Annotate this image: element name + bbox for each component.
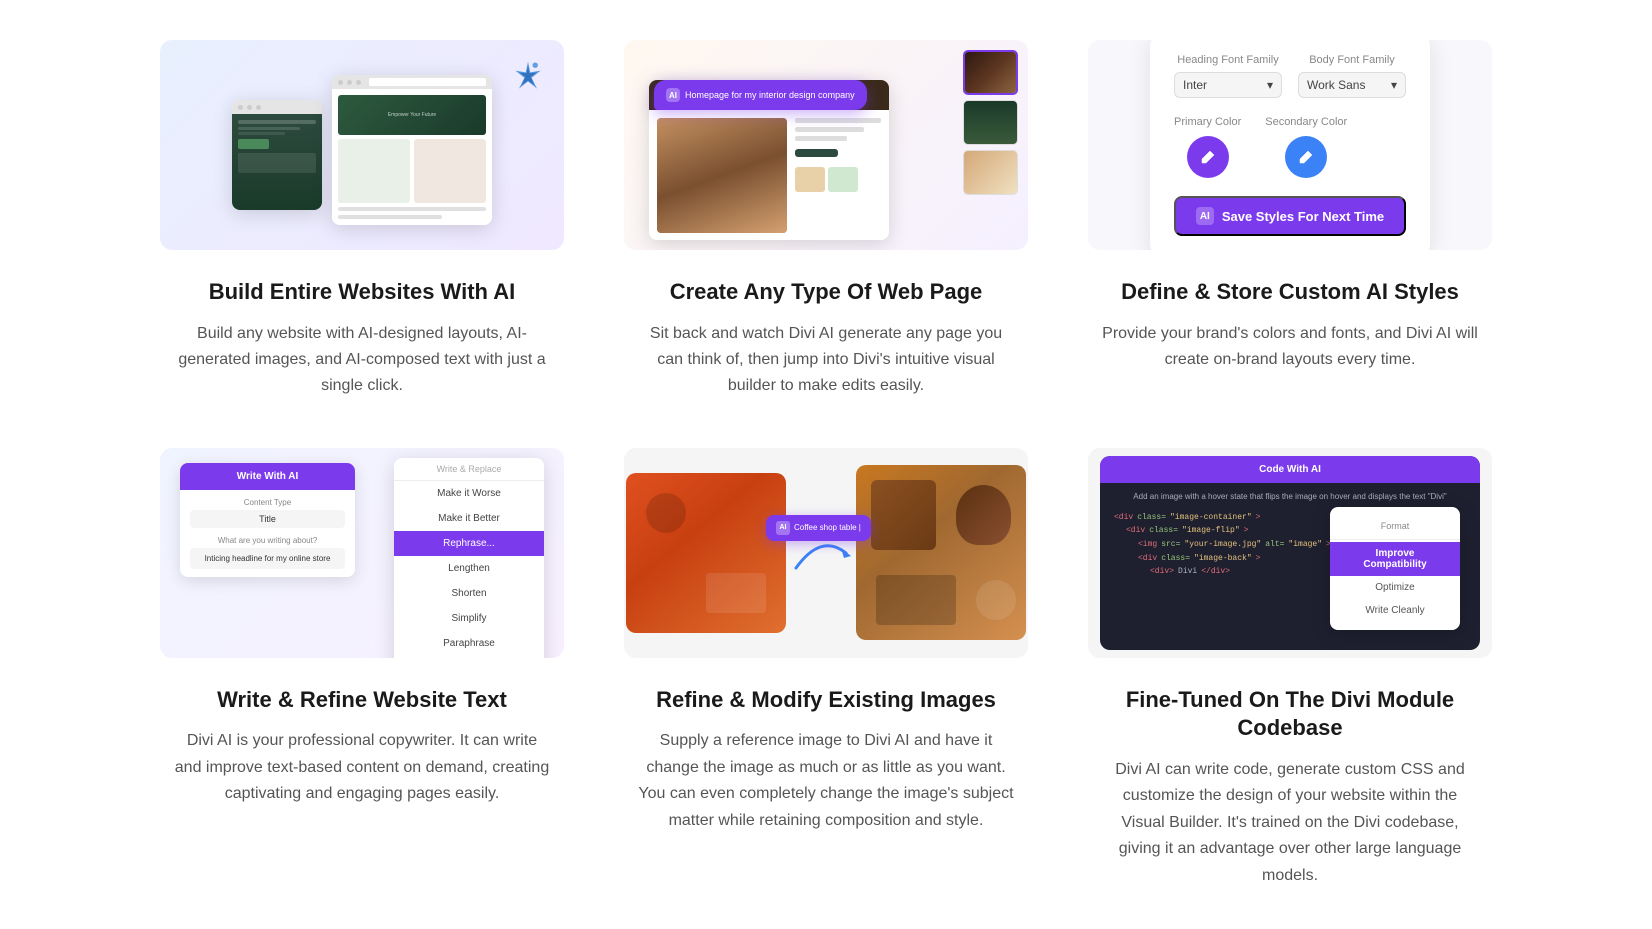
- body-font-group: Body Font Family Work Sans ▾: [1298, 54, 1406, 98]
- after-image: [856, 465, 1026, 640]
- textarea-label: What are you writing about?: [190, 536, 345, 545]
- image-prompt-bubble: AI Coffee shop table |: [766, 515, 871, 541]
- save-btn-label: Save Styles For Next Time: [1222, 209, 1384, 224]
- feature-image-refine: AI Coffee shop table |: [624, 448, 1028, 658]
- ai-badge: AI: [666, 88, 680, 102]
- ai-prompt-bubble: AI Homepage for my interior design compa…: [654, 80, 867, 110]
- feature-card-refine-images: AI Coffee shop table | Refine & Modify E…: [624, 448, 1028, 889]
- feature-card-create-pages: AI Homepage for my interior design compa…: [624, 40, 1028, 400]
- secondary-color-label: Secondary Color: [1265, 116, 1347, 128]
- ai-badge-image: AI: [776, 521, 790, 535]
- before-image-content: [626, 473, 786, 633]
- feature-image-write: Write With AI Content Type Title What ar…: [160, 448, 564, 658]
- feature-title-code: Fine-Tuned On The Divi Module Codebase: [1088, 686, 1492, 743]
- write-panel: Write With AI Content Type Title What ar…: [180, 463, 355, 577]
- code-panel: Code With AI Add an image with a hover s…: [1100, 456, 1480, 650]
- write-panel-header: Write With AI: [180, 463, 355, 490]
- page-thumbnails: [963, 50, 1018, 195]
- feature-title-refine: Refine & Modify Existing Images: [656, 686, 996, 715]
- context-menu: Write & Replace Make it Worse Make it Be…: [394, 458, 544, 658]
- prompt-text: Homepage for my interior design company: [685, 90, 855, 100]
- code-panel-header: Code With AI: [1100, 456, 1480, 483]
- feature-desc-code: Divi AI can write code, generate custom …: [1100, 757, 1480, 889]
- feature-image-code: Code With AI Add an image with a hover s…: [1088, 448, 1492, 658]
- menu-item-spelling[interactable]: Fix Spelling & Grammar: [394, 656, 544, 658]
- menu-item-lengthen[interactable]: Lengthen: [394, 556, 544, 581]
- save-styles-button[interactable]: AI Save Styles For Next Time: [1174, 196, 1406, 236]
- format-popup: Format Improve Compatibility Optimize Wr…: [1330, 507, 1460, 630]
- feature-card-build-websites: Empower Your Future Build Entire Website…: [160, 40, 564, 400]
- feature-card-code: Code With AI Add an image with a hover s…: [1088, 448, 1492, 889]
- format-popup-title: Format: [1330, 515, 1460, 540]
- primary-color-label: Primary Color: [1174, 116, 1241, 128]
- textarea-value: Inticing headline for my online store: [190, 548, 345, 569]
- format-option-improve[interactable]: Improve Compatibility: [1330, 542, 1460, 576]
- mock-browser-large: Empower Your Future: [332, 75, 492, 225]
- secondary-color-group: Secondary Color: [1265, 116, 1347, 178]
- font-row: Heading Font Family Inter ▾ Body Font Fa…: [1174, 54, 1406, 98]
- write-panel-body: Content Type Title What are you writing …: [180, 490, 355, 577]
- menu-item-worse[interactable]: Make it Worse: [394, 481, 544, 506]
- feature-desc-write: Divi AI is your professional copywriter.…: [172, 728, 552, 807]
- mock-browser-small: [232, 100, 322, 210]
- color-row: Primary Color Secondary Color: [1174, 116, 1406, 178]
- body-font-chevron: ▾: [1391, 78, 1397, 92]
- pen-icon-2: [1298, 149, 1314, 165]
- format-option-optimize[interactable]: Optimize: [1330, 576, 1460, 599]
- feature-desc-build: Build any website with AI-designed layou…: [172, 321, 552, 400]
- menu-item-simplify[interactable]: Simplify: [394, 606, 544, 631]
- features-grid: Empower Your Future Build Entire Website…: [0, 0, 1652, 929]
- feature-desc-define: Provide your brand's colors and fonts, a…: [1100, 321, 1480, 374]
- feature-desc-refine: Supply a reference image to Divi AI and …: [636, 728, 1016, 834]
- heading-font-label: Heading Font Family: [1174, 54, 1282, 66]
- thumb-2: [963, 100, 1018, 145]
- feature-title-write: Write & Refine Website Text: [217, 686, 507, 715]
- ai-badge-save: AI: [1196, 207, 1214, 225]
- style-panel: Heading Font Family Inter ▾ Body Font Fa…: [1150, 40, 1430, 250]
- format-option-clean[interactable]: Write Cleanly: [1330, 599, 1460, 622]
- body-font-select[interactable]: Work Sans ▾: [1298, 72, 1406, 98]
- menu-item-rephrase[interactable]: Rephrase...: [394, 531, 544, 556]
- body-font-label: Body Font Family: [1298, 54, 1406, 66]
- heading-font-select[interactable]: Inter ▾: [1174, 72, 1282, 98]
- feature-title-build: Build Entire Websites With AI: [209, 278, 516, 307]
- secondary-color-swatch[interactable]: [1285, 136, 1327, 178]
- thumb-1: [963, 50, 1018, 95]
- feature-desc-create: Sit back and watch Divi AI generate any …: [636, 321, 1016, 400]
- body-font-value: Work Sans: [1307, 78, 1365, 92]
- field-label: Content Type: [190, 498, 345, 507]
- before-image: [626, 473, 786, 633]
- primary-color-swatch[interactable]: [1187, 136, 1229, 178]
- heading-font-group: Heading Font Family Inter ▾: [1174, 54, 1282, 98]
- menu-item-better[interactable]: Make it Better: [394, 506, 544, 531]
- transform-arrow: AI Coffee shop table |: [786, 523, 856, 583]
- context-menu-header: Write & Replace: [394, 458, 544, 481]
- heading-font-chevron: ▾: [1267, 78, 1273, 92]
- thumb-3: [963, 150, 1018, 195]
- feature-card-write-refine: Write With AI Content Type Title What ar…: [160, 448, 564, 889]
- ai-star-icon: [510, 58, 546, 94]
- menu-item-shorten[interactable]: Shorten: [394, 581, 544, 606]
- feature-image-define: Heading Font Family Inter ▾ Body Font Fa…: [1088, 40, 1492, 250]
- primary-color-group: Primary Color: [1174, 116, 1241, 178]
- feature-card-define-styles: Heading Font Family Inter ▾ Body Font Fa…: [1088, 40, 1492, 400]
- image-prompt-text: Coffee shop table |: [794, 523, 861, 532]
- field-value: Title: [190, 510, 345, 528]
- feature-image-create: AI Homepage for my interior design compa…: [624, 40, 1028, 250]
- pen-icon: [1200, 149, 1216, 165]
- feature-title-create: Create Any Type Of Web Page: [670, 278, 983, 307]
- menu-item-paraphrase[interactable]: Paraphrase: [394, 631, 544, 656]
- feature-title-define: Define & Store Custom AI Styles: [1121, 278, 1459, 307]
- heading-font-value: Inter: [1183, 78, 1207, 92]
- feature-image-build: Empower Your Future: [160, 40, 564, 250]
